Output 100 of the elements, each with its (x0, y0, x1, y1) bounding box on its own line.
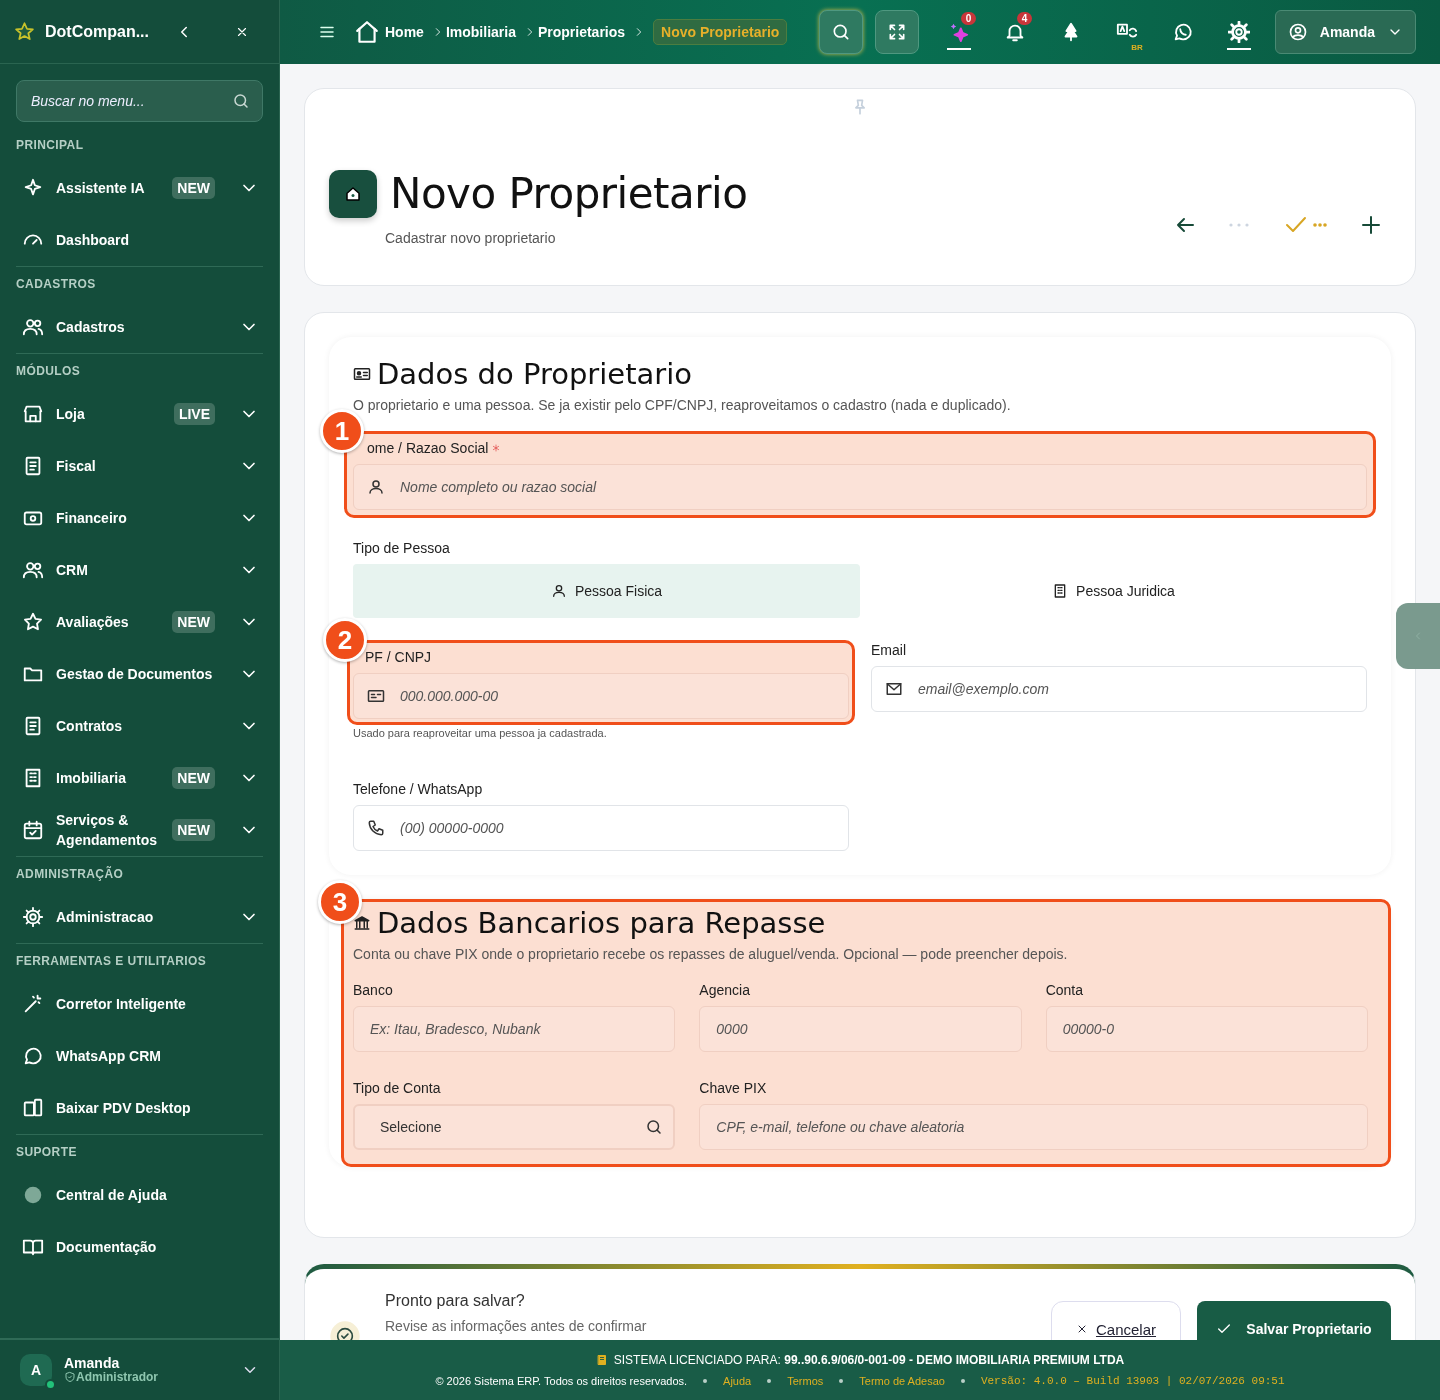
sidebar-item[interactable]: Serviços & Agendamentos NEW (16, 804, 263, 856)
sparkle-button[interactable]: 0 (930, 10, 987, 54)
sidebar-item[interactable]: Baixar PDV Desktop (16, 1082, 263, 1134)
input-field[interactable]: (00) 00000-0000 (353, 805, 849, 851)
settings-icon (1227, 21, 1250, 43)
user-menu-button[interactable]: Amanda (1274, 10, 1416, 54)
sidebar-item[interactable]: Central de Ajuda (16, 1169, 263, 1221)
bank-icon (353, 914, 371, 932)
breadcrumb-current: Novo Proprietario (653, 19, 788, 45)
sidebar-item-label: CRM (56, 561, 89, 580)
shield-icon (64, 1371, 76, 1383)
callout-badge: 1 (320, 409, 364, 453)
page-title: Novo Proprietario (390, 169, 748, 218)
input-field[interactable]: Ex: Itau, Bradesco, Nubank (353, 1006, 676, 1052)
breadcrumb-link[interactable]: Proprietarios (537, 24, 626, 40)
more-icon (1313, 222, 1327, 227)
field-label: Tipo de Pessoa (353, 539, 451, 558)
save-button[interactable]: Salvar Proprietario (1197, 1301, 1391, 1340)
sidebar-item[interactable]: Loja LIVE (16, 388, 263, 440)
search-field[interactable]: Buscar no menu... (16, 80, 263, 122)
cancel-button[interactable]: Cancelar (1051, 1301, 1181, 1340)
input-field[interactable]: email@exemplo.com (871, 666, 1367, 712)
search-button[interactable] (818, 10, 863, 54)
phone-icon (367, 819, 385, 837)
sidebar-item-label: Corretor Inteligente (56, 995, 187, 1014)
sidebar-item-label: Financeiro (56, 509, 128, 528)
section-title: PRINCIPAL (16, 137, 85, 154)
house-icon (329, 169, 377, 218)
sidebar-item[interactable]: Gestao de Documentos (16, 648, 263, 700)
select-value: Selecione (380, 1119, 443, 1135)
input-field[interactable]: 0000 (699, 1006, 1022, 1052)
close-icon (1076, 1323, 1088, 1335)
sidebar-item[interactable]: WhatsApp CRM (16, 1030, 263, 1082)
avatar-initial: A (30, 1362, 42, 1378)
person-type-option[interactable]: Pessoa Fisica (353, 564, 860, 618)
field-label: Banco (353, 982, 393, 998)
devices-icon (22, 1097, 44, 1119)
bell-button[interactable]: 4 (986, 10, 1043, 54)
sidebar-item-label: Administracao (56, 908, 155, 927)
input-field[interactable]: CPF, e-mail, telefone ou chave aleatoria (699, 1104, 1368, 1150)
breadcrumb-link[interactable]: Home (385, 24, 424, 40)
sidebar-item[interactable]: Financeiro (16, 492, 263, 544)
star-icon (22, 611, 44, 633)
input-field[interactable]: Nome completo ou razao social (353, 464, 1367, 510)
section-heading: Dados Bancarios para Repasse (377, 906, 826, 940)
license-text: SISTEMA LICENCIADO PARA: 99..90.6.9/06/0-001-09 - DEMO IMOBILIARIA PREMIUM LTDA (613, 1353, 1125, 1367)
sidebar-item[interactable]: Corretor Inteligente (16, 978, 263, 1030)
select-field[interactable]: Selecione (353, 1104, 676, 1150)
id-card-icon (353, 365, 371, 383)
magic-wand-icon (22, 993, 44, 1015)
sidebar-item[interactable]: Assistente IA NEW (16, 162, 263, 214)
footer-link[interactable]: Termo de Adesao (859, 1375, 945, 1387)
field-hint: Usado para reaproveitar uma pessoa ja cadastrada. (353, 727, 608, 739)
sidebar-item-label: Loja (56, 405, 86, 424)
fullscreen-button[interactable] (874, 10, 919, 54)
search-input[interactable]: Buscar no menu... (29, 92, 232, 110)
search-icon (232, 92, 250, 110)
section-title: ADMINISTRAÇÃO (16, 856, 263, 891)
field-label: ome / Razao Social (367, 440, 489, 456)
sidebar-item-label: Contratos (56, 717, 124, 736)
person-type-option[interactable]: Pessoa Juridica (860, 564, 1367, 618)
count-badge: 4 (1016, 12, 1033, 25)
input-field[interactable]: 00000-0 (1045, 1006, 1368, 1052)
breadcrumb-link[interactable]: Imobiliaria (445, 24, 516, 40)
footer-link[interactable]: Ajuda (723, 1375, 752, 1387)
sidebar-item[interactable]: Fiscal (16, 440, 263, 492)
sidebar-item[interactable]: Dashboard (16, 214, 263, 266)
field-label: Telefone / WhatsApp (353, 781, 483, 797)
search-icon (645, 1118, 664, 1136)
sidebar-item-label: Documentação (56, 1238, 158, 1257)
sidebar-item-label: Baixar PDV Desktop (56, 1099, 192, 1118)
menu-badge: NEW (172, 767, 215, 789)
menu-badge: NEW (172, 819, 215, 841)
users-icon (22, 316, 44, 338)
id-card-icon (367, 687, 385, 705)
sidebar-item-label: Cadastros (56, 318, 126, 337)
home-icon (354, 19, 380, 45)
field-label: Conta (1045, 982, 1083, 998)
sidebar-item[interactable]: Cadastros (16, 301, 263, 353)
menu-badge: NEW (172, 177, 215, 199)
field-label: Tipo de Conta (353, 1079, 442, 1098)
sidebar-item[interactable]: Documentação (16, 1221, 263, 1273)
sidebar-item[interactable]: Administracao (16, 891, 263, 943)
field-label: Chave PIX (699, 1080, 767, 1096)
callout-badge: 2 (323, 618, 367, 662)
input-field[interactable]: 000.000.000-00 (353, 673, 849, 719)
sidebar-item-label: Serviços & Agendamentos (56, 811, 159, 850)
settings-icon (22, 906, 44, 928)
sidebar-item[interactable]: Contratos (16, 700, 263, 752)
user-icon (550, 583, 567, 599)
sidebar-item[interactable]: CRM (16, 544, 263, 596)
save-prompt: Pronto para salvar? (385, 1292, 526, 1310)
sidebar-item[interactable]: Avaliações NEW (16, 596, 263, 648)
sidebar-item-label: Central de Ajuda (56, 1186, 168, 1205)
footer-link[interactable]: Termos (787, 1375, 824, 1387)
field-label: Email (871, 642, 906, 658)
translate-button[interactable]: BR (1098, 10, 1155, 54)
sidebar-item[interactable]: Imobiliaria NEW (16, 752, 263, 804)
field-label: Agencia (699, 982, 750, 998)
field-label: PF / CNPJ (365, 649, 432, 665)
